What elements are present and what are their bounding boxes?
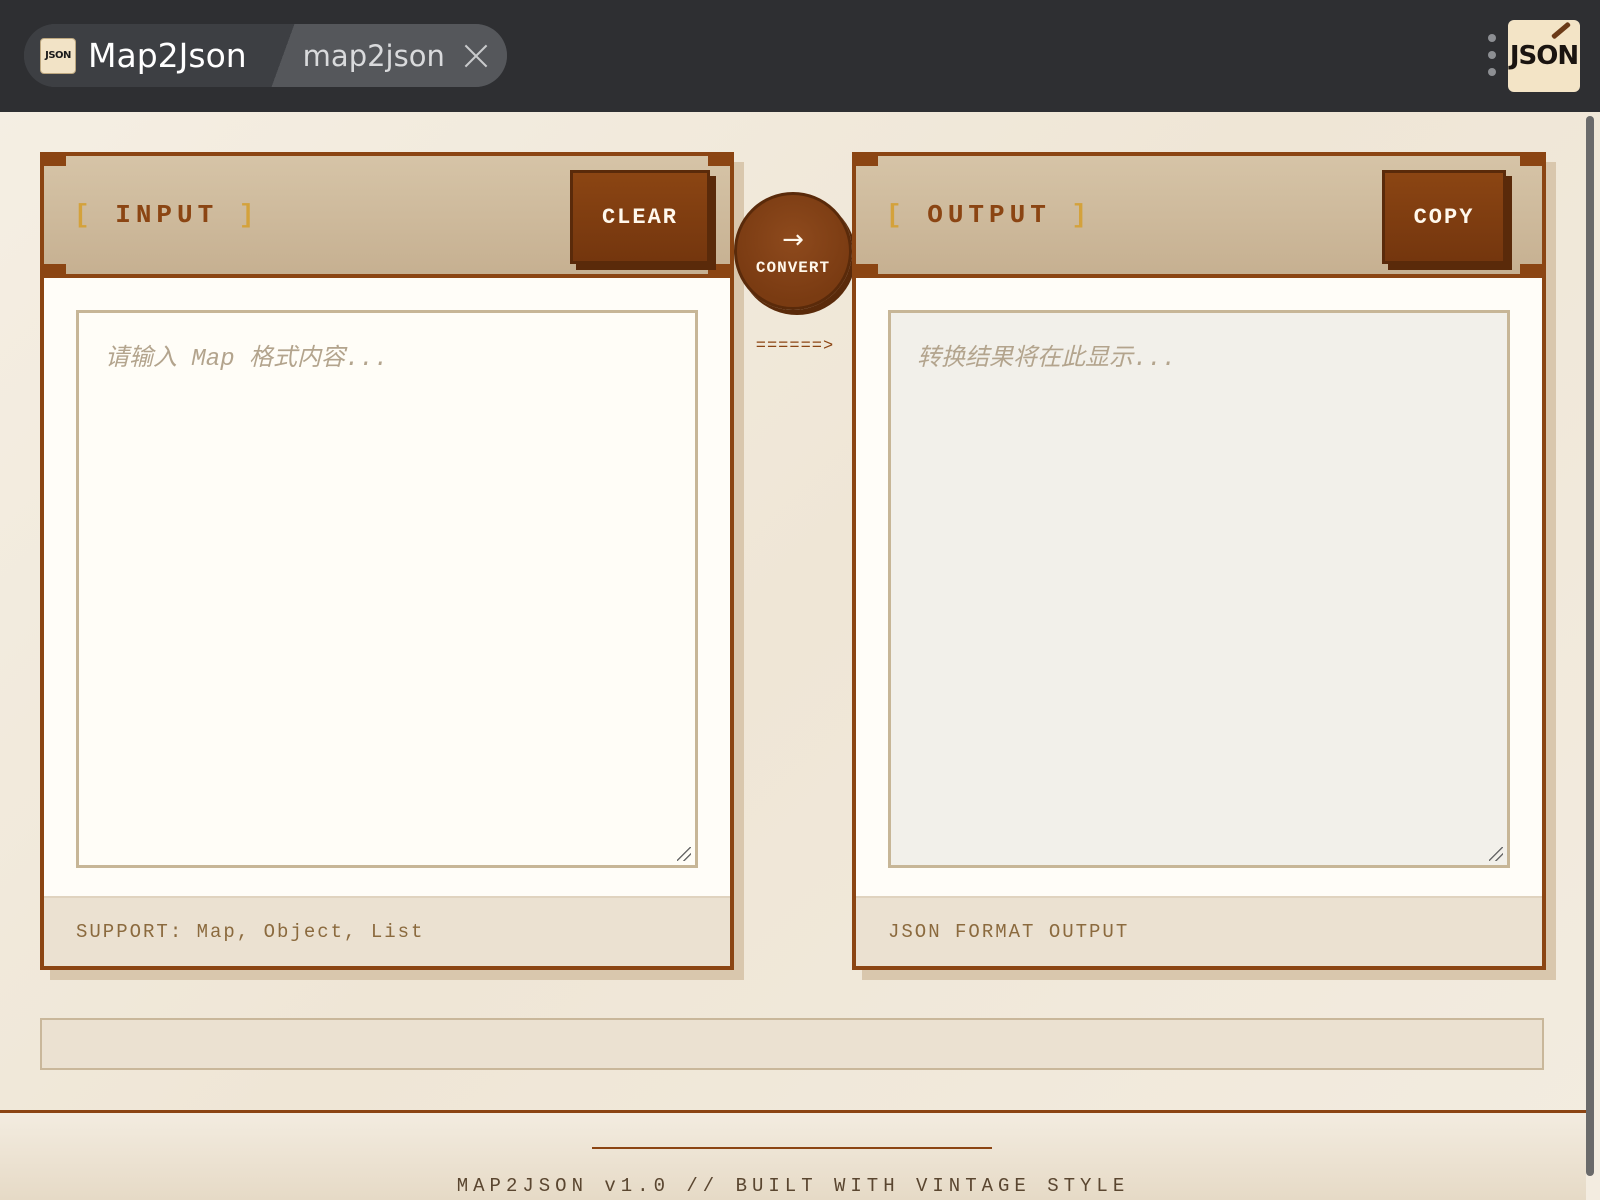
vertical-scrollbar[interactable] <box>1586 116 1594 1176</box>
json-app-icon: JSON <box>40 37 76 74</box>
title-bar: JSON Map2Json map2json JSON <box>0 0 1600 112</box>
map-input-field[interactable] <box>79 313 695 865</box>
arrow-right-icon: → <box>782 225 804 255</box>
footer-divider <box>592 1147 992 1149</box>
output-panel-title: [ OUTPUT ] <box>886 200 1093 230</box>
copy-button[interactable]: COPY <box>1382 170 1506 264</box>
tab-app[interactable]: JSON Map2Json <box>24 24 271 87</box>
more-options-icon[interactable] <box>1488 34 1496 76</box>
input-support-note: SUPPORT: Map, Object, List <box>44 896 730 966</box>
json-output-field[interactable] <box>891 313 1507 865</box>
input-textarea-frame <box>76 310 698 868</box>
input-panel: [ INPUT ] CLEAR SUPPORT: Map, Object, Li… <box>40 152 734 970</box>
output-format-note: JSON FORMAT OUTPUT <box>856 896 1542 966</box>
footer-text: MAP2JSON v1.0 // BUILT WITH VINTAGE STYL… <box>456 1175 1130 1197</box>
output-panel-header: [ OUTPUT ] COPY <box>856 156 1542 278</box>
resize-handle-icon[interactable] <box>677 847 691 861</box>
resize-handle-icon[interactable] <box>1489 847 1503 861</box>
tab-group: JSON Map2Json map2json <box>24 24 507 87</box>
convert-label: CONVERT <box>755 259 831 277</box>
input-panel-title: [ INPUT ] <box>74 200 260 230</box>
app-title: Map2Json <box>88 36 247 75</box>
json-logo-icon[interactable]: JSON <box>1508 20 1580 92</box>
status-bar <box>40 1018 1544 1070</box>
pen-icon <box>1550 21 1572 40</box>
brand-logo-text: JSON <box>1509 41 1579 71</box>
close-icon[interactable] <box>463 43 489 69</box>
output-panel: [ OUTPUT ] COPY JSON FORMAT OUTPUT <box>852 152 1546 970</box>
convert-button[interactable]: → CONVERT <box>734 192 852 310</box>
clear-button[interactable]: CLEAR <box>570 170 710 264</box>
input-panel-header: [ INPUT ] CLEAR <box>44 156 730 278</box>
tab-map2json[interactable]: map2json <box>294 24 507 87</box>
tab-separator <box>270 24 295 87</box>
page-footer: MAP2JSON v1.0 // BUILT WITH VINTAGE STYL… <box>0 1110 1586 1200</box>
flow-arrow: ======> <box>755 337 835 356</box>
tab-label: map2json <box>302 38 445 73</box>
output-textarea-frame <box>888 310 1510 868</box>
